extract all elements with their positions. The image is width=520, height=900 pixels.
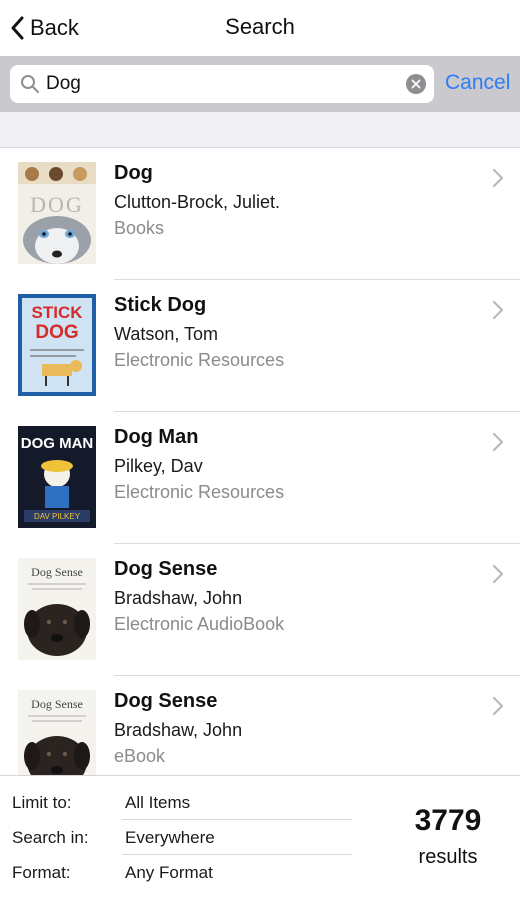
result-title: Dog [114,162,153,184]
row-divider [122,819,352,820]
list-item[interactable]: DOG Dog Clutton-Brock, Juliet. Books [0,148,520,280]
result-format: Books [114,218,165,238]
row-divider [122,854,352,855]
results-count: 3779 [414,804,482,837]
back-label: Back [30,15,79,40]
result-author: Bradshaw, John [114,720,243,740]
svg-text:DOG MAN: DOG MAN [21,435,94,452]
list-item[interactable]: DOG MAN DAV PILKEY Dog Man Pilkey, Dav E… [0,412,520,544]
svg-text:DOG: DOG [30,192,84,217]
search-field [10,65,434,103]
list-item[interactable]: Dog Sense Dog Sense Bradshaw, John Elect… [0,544,520,676]
limit-to-filter[interactable]: Limit to: All Items [12,786,352,820]
chevron-right-icon [492,432,504,452]
filter-value: Any Format [125,863,213,882]
result-author: Bradshaw, John [114,588,243,608]
list-item[interactable]: Dog Sense Dog Sense Bradshaw, John eBook [0,676,520,775]
search-filters-panel: Limit to: All Items Search in: Everywher… [0,775,520,900]
search-in-filter[interactable]: Search in: Everywhere [12,821,352,855]
svg-text:DOG: DOG [35,322,78,343]
clear-search-button[interactable] [406,74,426,94]
list-item[interactable]: STICK DOG Stick Dog Watson, Tom Electron… [0,280,520,412]
cancel-button[interactable]: Cancel [445,71,510,95]
filter-label: Search in: [12,828,89,847]
result-format: Electronic Resources [114,350,285,370]
section-spacer [0,112,520,148]
svg-text:STICK: STICK [32,303,84,322]
search-bar: Cancel [0,56,520,112]
result-title: Stick Dog [114,294,207,316]
chevron-right-icon [492,300,504,320]
chevron-right-icon [492,168,504,188]
filter-value: Everywhere [125,828,215,847]
result-author: Watson, Tom [114,324,219,344]
filter-label: Format: [12,863,71,882]
svg-text:Dog Sense: Dog Sense [31,565,83,579]
filter-label: Limit to: [12,793,72,812]
results-count-label: results [418,846,478,868]
svg-text:DAV PILKEY: DAV PILKEY [34,512,81,521]
format-filter[interactable]: Format: Any Format [12,856,352,890]
search-icon [21,75,39,93]
svg-text:Dog Sense: Dog Sense [31,697,83,711]
book-cover-image: DOG [18,162,96,264]
result-author: Clutton-Brock, Juliet. [114,192,281,212]
chevron-right-icon [492,696,504,716]
result-title: Dog Sense [114,690,218,712]
close-icon [411,79,421,89]
result-format: eBook [114,746,166,766]
book-cover-image: Dog Sense [18,690,96,775]
result-format: Electronic Resources [114,482,285,502]
filter-value: All Items [125,793,191,812]
back-button[interactable]: Back [10,12,79,44]
search-input[interactable] [46,65,406,103]
book-cover-image: Dog Sense [18,558,96,660]
book-cover-image: STICK DOG [18,294,96,396]
result-format: Electronic AudioBook [114,614,285,634]
result-title: Dog Sense [114,558,218,580]
result-author: Pilkey, Dav [114,456,203,476]
result-title: Dog Man [114,426,199,448]
results-list: DOG Dog Clutton-Brock, Juliet. Books STI… [0,148,520,775]
chevron-right-icon [492,564,504,584]
book-cover-image: DOG MAN DAV PILKEY [18,426,96,528]
navigation-bar: Back Search [0,0,520,56]
chevron-left-icon [11,16,24,40]
